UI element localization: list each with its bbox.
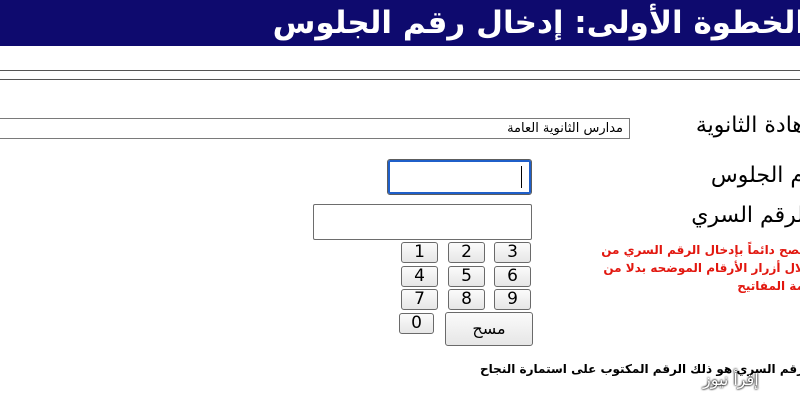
- watermark: إقرأ نيوز: [703, 370, 759, 389]
- note-line: نصح دائماً بإدخال الرقم السري من: [601, 243, 800, 257]
- seat-number-label: م الجلوس: [710, 163, 800, 188]
- clear-button[interactable]: مسح: [445, 312, 533, 346]
- keypad-key-4[interactable]: 4: [401, 266, 438, 287]
- divider-top: [0, 70, 800, 71]
- secret-number-label: لرقم السري: [691, 203, 800, 228]
- page-title: الخطوة الأولى: إدخال رقم الجلوس: [272, 5, 800, 41]
- certificate-select[interactable]: مدارس الثانوية العامة: [0, 118, 630, 139]
- keypad-advice-note: نصح دائماً بإدخال الرقم السري من لال أزر…: [554, 241, 800, 295]
- keypad-key-5[interactable]: 5: [448, 266, 485, 287]
- keypad-key-2[interactable]: 2: [448, 242, 485, 263]
- note-line: لال أزرار الأرقام الموضحه بدلا من: [603, 261, 800, 275]
- divider-bottom: [0, 79, 800, 80]
- keypad-key-6[interactable]: 6: [494, 266, 531, 287]
- secret-number-input[interactable]: [313, 204, 532, 240]
- text-caret: [521, 166, 522, 188]
- keypad-key-9[interactable]: 9: [494, 289, 531, 310]
- keypad-key-7[interactable]: 7: [401, 289, 438, 310]
- header-bar: الخطوة الأولى: إدخال رقم الجلوس: [0, 0, 800, 46]
- seat-number-input[interactable]: [387, 159, 532, 195]
- keypad-key-8[interactable]: 8: [448, 289, 485, 310]
- certificate-label: هادة الثانوية: [695, 113, 800, 138]
- keypad-key-3[interactable]: 3: [494, 242, 531, 263]
- keypad-key-0[interactable]: 0: [399, 313, 434, 334]
- keypad-key-1[interactable]: 1: [401, 242, 438, 263]
- note-line: مة المفاتيح: [737, 279, 800, 293]
